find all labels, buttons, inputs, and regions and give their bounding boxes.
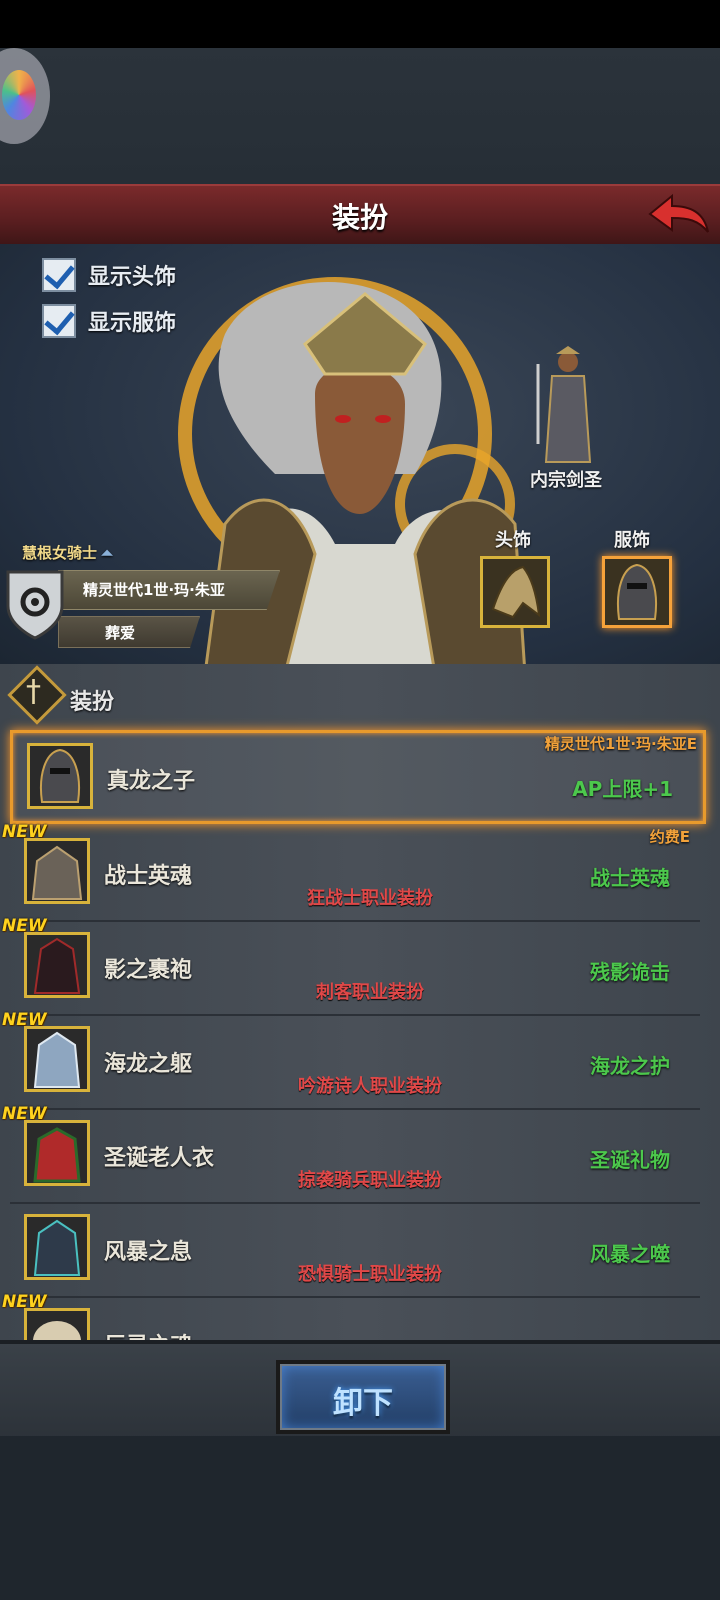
- show-headgear-label: 显示头饰: [88, 265, 177, 290]
- outfit-row[interactable]: NEW 战士英魂 狂战士职业装扮 战士英魂: [2, 822, 700, 922]
- show-headgear-checkbox[interactable]: [42, 258, 76, 292]
- storm-armor-icon: [33, 1219, 81, 1276]
- outfit-class-note: 吟游诗人职业装扮: [298, 1076, 442, 1097]
- helmet-icon: [40, 748, 80, 803]
- headgear-icon: [491, 565, 541, 619]
- character-class: 慧根女骑士 ⏶: [22, 542, 113, 563]
- outfit-row-selected[interactable]: 真龙之子 精灵世代1世·玛·朱亚E AP上限+1: [10, 730, 706, 824]
- list-header: † 装扮: [0, 664, 720, 726]
- shadow-robe-icon: [33, 937, 81, 994]
- outfit-thumbnail: [24, 1120, 90, 1186]
- outfit-effect: 残影诡击: [590, 960, 670, 984]
- character-class-label: 慧根女骑士: [22, 544, 98, 562]
- character-title: 葬爱: [105, 624, 136, 642]
- page-title: 装扮: [331, 201, 388, 234]
- outfit-slot-label: 服饰: [614, 530, 650, 551]
- character-title-plate: 葬爱: [58, 616, 200, 648]
- outfit-effect: 圣诞礼物: [590, 1148, 670, 1172]
- outfit-name: 影之裹袍: [104, 958, 193, 983]
- outfit-row[interactable]: NEW 海龙之躯 吟游诗人职业装扮 海龙之护: [2, 1010, 700, 1110]
- outfit-class-note: 刺客职业装扮: [316, 982, 424, 1003]
- mini-character-model: [536, 346, 592, 463]
- outfit-row[interactable]: NEW 圣诞老人衣 掠袭骑兵职业装扮 圣诞礼物: [2, 1104, 700, 1204]
- back-arrow-icon[interactable]: [646, 192, 710, 238]
- show-headgear-option[interactable]: 显示头饰: [42, 258, 176, 292]
- assist-icon: [2, 70, 36, 120]
- outfit-row[interactable]: NEW 影之裹袍 刺客职业装扮 残影诡击: [2, 916, 700, 1016]
- outfit-name: 真龙之子: [107, 769, 196, 794]
- unequip-label: 卸下: [333, 1386, 393, 1421]
- outfit-effect: 风暴之噬: [590, 1242, 670, 1266]
- character-name-plate: 精灵世代1世·玛·朱亚: [58, 570, 280, 610]
- outfit-thumbnail: [24, 932, 90, 998]
- outfit-effect: AP上限+1: [572, 777, 673, 801]
- character-name: 精灵世代1世·玛·朱亚: [83, 581, 225, 599]
- santa-coat-icon: [33, 1127, 81, 1183]
- outfit-thumbnail: [24, 1026, 90, 1092]
- outfit-class-note: 恐惧骑士职业装扮: [298, 1264, 442, 1285]
- outfit-effect: 海龙之护: [590, 1054, 670, 1078]
- bottom-background: [0, 1436, 720, 1600]
- outfit-helmet-icon: [617, 563, 657, 620]
- show-outfit-option[interactable]: 显示服饰: [42, 304, 176, 338]
- outfit-class-note: 掠袭骑兵职业装扮: [298, 1170, 442, 1191]
- outfit-row[interactable]: 风暴之息 恐惧骑士职业装扮 风暴之噬: [10, 1204, 700, 1298]
- guild-emblem-icon: [6, 570, 64, 640]
- mini-character-name: 内宗剑圣: [530, 470, 602, 491]
- outfit-name: 战士英魂: [104, 864, 193, 889]
- show-outfit-label: 显示服饰: [88, 311, 177, 336]
- rank-up-icon: ⏶: [101, 544, 114, 562]
- headgear-slot-label: 头饰: [495, 530, 531, 551]
- show-outfit-checkbox[interactable]: [42, 304, 76, 338]
- warrior-armor-icon: [31, 845, 83, 900]
- outfit-slot[interactable]: [602, 556, 672, 628]
- bottom-bar: 卸下: [0, 1340, 720, 1440]
- outfit-class-note: 狂战士职业装扮: [307, 888, 433, 909]
- status-bar: [0, 0, 720, 48]
- dagger-icon: †: [26, 674, 41, 709]
- headgear-slot[interactable]: [480, 556, 550, 628]
- outfit-thumbnail: [24, 1214, 90, 1280]
- outfit-name: 风暴之息: [104, 1240, 193, 1265]
- unequip-button[interactable]: 卸下: [276, 1360, 450, 1434]
- outfit-name: 海龙之躯: [104, 1052, 193, 1077]
- title-bar: 装扮: [0, 184, 720, 246]
- outfit-thumbnail: [27, 743, 93, 809]
- outfit-thumbnail: [24, 838, 90, 904]
- sea-dragon-armor-icon: [33, 1031, 81, 1088]
- list-header-label: 装扮: [70, 690, 115, 715]
- outfit-effect: 战士英魂: [590, 866, 670, 890]
- outfit-list[interactable]: † 装扮 真龙之子 精灵世代1世·玛·朱亚E AP上限+1 约费E NEW 战士…: [0, 664, 720, 1360]
- character-preview: 显示头饰 显示服饰 内宗剑圣 头饰 服饰 慧根女骑士 ⏶ 精灵世代1世·玛·朱亚 …: [0, 244, 720, 664]
- outfit-owner: 精灵世代1世·玛·朱亚E: [544, 735, 697, 753]
- top-background: [0, 48, 720, 184]
